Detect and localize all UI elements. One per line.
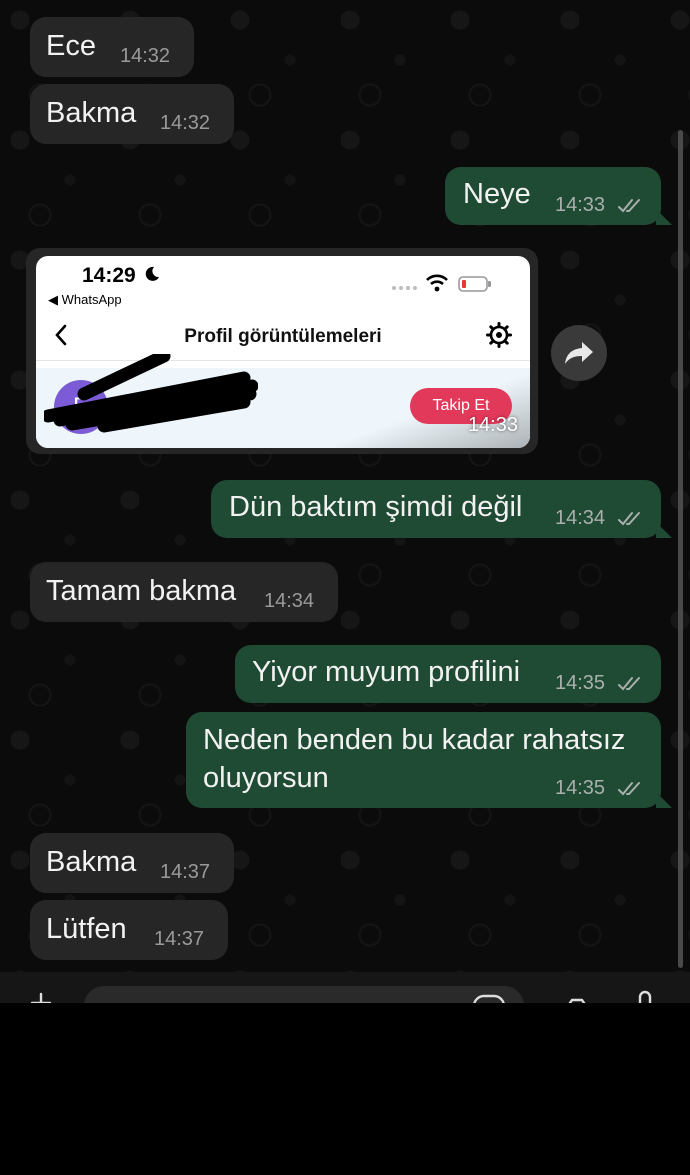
double-check-icon bbox=[618, 677, 640, 691]
mic-icon[interactable] bbox=[632, 990, 658, 1003]
message-outgoing[interactable]: Dün baktım şimdi değil 14:34 bbox=[211, 480, 661, 538]
message-text-line-1: Neden benden bu kadar rahatsız bbox=[203, 724, 626, 756]
message-incoming[interactable]: Bakma 14:37 bbox=[30, 833, 234, 893]
camera-icon[interactable] bbox=[556, 996, 598, 1003]
gear-icon[interactable] bbox=[486, 322, 512, 348]
scrollbar[interactable] bbox=[678, 130, 683, 968]
message-time: 14:32 bbox=[160, 112, 211, 134]
message-outgoing[interactable]: Neye 14:33 bbox=[445, 167, 661, 225]
message-text: Ece bbox=[46, 30, 96, 62]
message-time: 14:34 bbox=[264, 590, 315, 612]
signal-dots-icon bbox=[392, 286, 417, 290]
message-text-line-2: oluyorsun bbox=[203, 762, 329, 794]
sticker-icon[interactable] bbox=[472, 994, 506, 1003]
screenshot-image[interactable]: 14:29 ◀ WhatsApp Profil görüntülemeleri … bbox=[36, 256, 530, 448]
double-check-icon bbox=[618, 512, 640, 526]
message-outgoing[interactable]: Neden benden bu kadar rahatsız oluyorsun… bbox=[186, 712, 661, 808]
double-check-icon bbox=[618, 199, 640, 213]
message-time: 14:33 bbox=[467, 414, 518, 436]
image-message[interactable]: 14:29 ◀ WhatsApp Profil görüntülemeleri … bbox=[26, 248, 538, 454]
chat-area: Ece 14:32 Bakma 14:32 Neye 14:33 14:29 ◀… bbox=[0, 0, 690, 1003]
message-time: 14:34 bbox=[555, 507, 606, 529]
message-time: 14:33 bbox=[555, 194, 606, 216]
message-outgoing[interactable]: Yiyor muyum profilini 14:35 bbox=[235, 645, 661, 703]
plus-icon[interactable] bbox=[30, 992, 52, 1003]
back-to-app: ◀ WhatsApp bbox=[48, 292, 122, 307]
screen-title: Profil görüntülemeleri bbox=[184, 326, 382, 347]
message-text: Lütfen bbox=[46, 913, 127, 945]
message-incoming[interactable]: Bakma 14:32 bbox=[30, 84, 234, 144]
forward-icon bbox=[565, 342, 593, 364]
message-text: Neye bbox=[463, 178, 531, 210]
bubble-tail bbox=[656, 792, 672, 808]
moon-icon bbox=[145, 266, 159, 281]
message-text: Bakma bbox=[46, 97, 137, 129]
viewer-row[interactable]: E Takip Et bbox=[36, 354, 530, 448]
bubble-tail bbox=[656, 522, 672, 538]
message-incoming[interactable]: Tamam bakma 14:34 bbox=[30, 562, 338, 622]
message-time: 14:35 bbox=[555, 672, 606, 694]
redaction-scribble bbox=[44, 354, 258, 433]
battery-icon bbox=[458, 276, 491, 292]
status-time: 14:29 bbox=[82, 264, 136, 287]
input-bar bbox=[0, 972, 690, 1003]
double-check-icon bbox=[618, 782, 640, 796]
message-text: Bakma bbox=[46, 846, 137, 878]
message-text: Dün baktım şimdi değil bbox=[229, 491, 523, 523]
message-time: 14:37 bbox=[160, 861, 211, 883]
message-incoming[interactable]: Ece 14:32 bbox=[30, 17, 194, 77]
message-time: 14:35 bbox=[555, 777, 606, 799]
message-input[interactable] bbox=[84, 986, 524, 1003]
message-incoming[interactable]: Lütfen 14:37 bbox=[30, 900, 228, 960]
message-time: 14:37 bbox=[154, 928, 205, 950]
message-text: Yiyor muyum profilini bbox=[252, 656, 521, 688]
message-time: 14:32 bbox=[120, 45, 171, 67]
wifi-icon bbox=[426, 274, 448, 292]
message-text: Tamam bakma bbox=[46, 575, 237, 607]
forward-button[interactable] bbox=[551, 325, 607, 381]
